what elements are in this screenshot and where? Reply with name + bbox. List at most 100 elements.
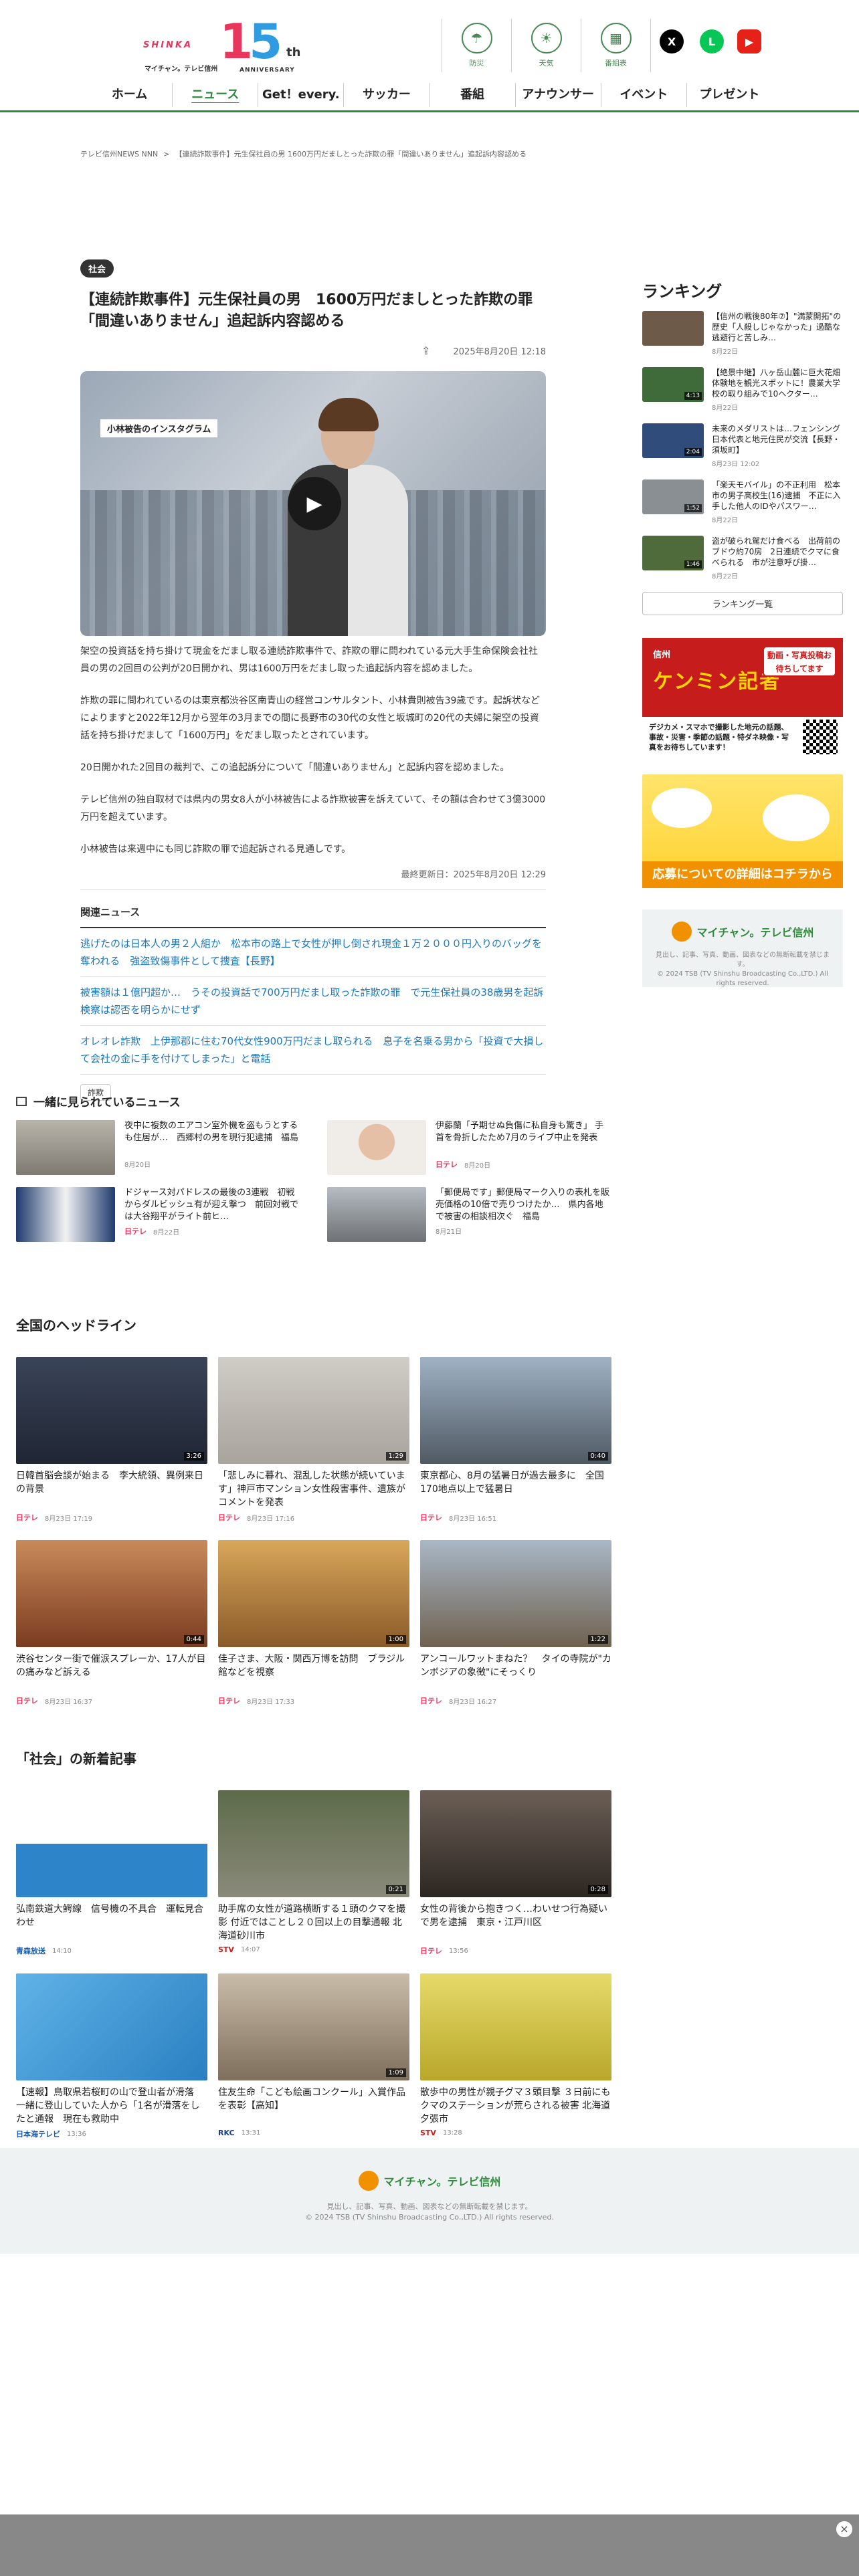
ranking-heading: ランキング xyxy=(642,282,723,301)
news-card[interactable]: 【速報】鳥取県若桜町の山で登山者が滑落 一緒に登山していた人から「1名が滑落をし… xyxy=(16,1973,207,2139)
nav-news[interactable]: ニュース xyxy=(172,83,258,107)
source-logo: STV xyxy=(420,2129,436,2137)
nav-programs[interactable]: 番組 xyxy=(429,83,515,107)
nav-events[interactable]: イベント xyxy=(600,83,686,107)
list-item[interactable]: 夜中に複数のエアコン室外機を盗もうとするも住居が… 西郷村の男を現行犯逮捕 福島… xyxy=(16,1120,300,1175)
footer-brand-logo[interactable]: マイチャン。テレビ信州 xyxy=(358,2171,500,2191)
list-icon xyxy=(16,1096,27,1106)
news-card[interactable]: 1:09 住友生命「こども絵画コンクール」入賞作品を表彰【高知】 RKC 13:3… xyxy=(218,1973,409,2139)
article-paragraph: 架空の投資話を持ち掛けて現金をだまし取る連続詐欺事件で、詐欺の罪に問われている元… xyxy=(80,646,539,674)
news-date: 13:36 xyxy=(67,2130,86,2138)
ranking-item[interactable]: 1:52 「楽天モバイル」の不正利用 松本市の男子高校生(16)逮捕 不正に入手… xyxy=(642,479,843,528)
nav-home[interactable]: ホーム xyxy=(87,83,172,107)
breadcrumb-separator: > xyxy=(163,150,170,158)
article-title: 【連続詐欺事件】元生保社員の男 1600万円だましとった詐欺の罪「間違いありませ… xyxy=(80,292,533,330)
weather-link[interactable]: ☀ 天気 xyxy=(512,19,581,72)
source-logo: 青森放送 xyxy=(16,1947,45,1955)
news-thumbnail xyxy=(327,1120,426,1175)
ranking-title: 「楽天モバイル」の不正利用 松本市の男子高校生(16)逮捕 不正に入手した他人の… xyxy=(712,480,841,511)
x-icon[interactable]: X xyxy=(660,29,684,53)
news-thumbnail xyxy=(420,1973,611,2080)
ranking-item[interactable]: 4:13 【絶景中継】八ヶ岳山麓に巨大花畑 体験地を観光スポットに！農業大学校の… xyxy=(642,367,843,415)
copyright: 見出し、記事、写真、動画、図表などの無断転載を禁じます。 © 2024 TSB (… xyxy=(656,952,830,987)
news-card[interactable]: 0:21 助手席の女性が道路横断する１頭のクマを撮影 付近ではことし２０回以上の… xyxy=(218,1790,409,1956)
apply-details-banner[interactable]: 応募についての詳細はコチラから xyxy=(642,774,843,888)
source-logo: 日テレ xyxy=(436,1160,458,1169)
news-card[interactable]: 3:26 日韓首脳会談が始まる 李大統領、異例来日の背景 日テレ 8月23日 17… xyxy=(16,1357,207,1523)
kenmin-kisha-banner[interactable]: 信州 ケンミン記者 動画・写真投稿お待ちしてます デジカメ・スマホで撮影した地元… xyxy=(642,638,843,758)
video-duration: 1:29 xyxy=(385,1452,406,1461)
nav-soccer[interactable]: サッカー xyxy=(343,83,429,107)
news-date: 14:10 xyxy=(52,1947,72,1955)
close-icon[interactable]: × xyxy=(836,2521,852,2537)
video-duration: 1:52 xyxy=(684,504,702,512)
tv-schedule-link[interactable]: ▦ 番組表 xyxy=(581,19,651,72)
play-icon[interactable]: ▶ xyxy=(288,477,341,530)
news-card[interactable]: 1:29 「悲しみに暮れ、混乱した状態が続いています」神戸市マンション女性殺害事… xyxy=(218,1357,409,1523)
ranking-thumbnail: 1:46 xyxy=(642,536,704,570)
brand-logo[interactable]: マイチャン。テレビ信州 xyxy=(671,922,814,942)
news-date: 8月20日 xyxy=(464,1162,491,1170)
ranking-date: 8月22日 xyxy=(712,517,739,524)
news-card[interactable]: 1:22 アンコールワットまねた？ タイの寺院が"カンボジアの象徴"にそっくり … xyxy=(420,1540,611,1706)
line-icon[interactable]: L xyxy=(700,29,724,53)
list-item[interactable]: 「郵便局です」郵便局マーク入りの表札を販売価格の10倍で売りつけたか… 県内各地… xyxy=(327,1187,611,1242)
news-title: 弘南鉄道大鰐線 信号機の不具合 運転見合わせ xyxy=(16,1904,203,1928)
source-logo: 日テレ xyxy=(16,1697,38,1705)
video-duration: 1:46 xyxy=(684,560,702,568)
disaster-label: 防災 xyxy=(469,59,484,68)
news-card[interactable]: 散歩中の男性が親子グマ３頭目撃 ３日前にもクマのステーションが荒らされる被害 北… xyxy=(420,1973,611,2139)
logo-anniversary: ANNIVERSARY xyxy=(240,67,295,74)
list-item[interactable]: ドジャース対パドレスの最後の3連戦 初戦からダルビッシュ有が迎え撃つ 前回対戦で… xyxy=(16,1187,300,1242)
video-duration: 4:13 xyxy=(684,392,702,400)
banner-callout: 動画・写真投稿お待ちしてます xyxy=(763,646,836,677)
news-title: 住友生命「こども絵画コンクール」入賞作品を表彰【高知】 xyxy=(218,2087,405,2111)
news-card[interactable]: 弘南鉄道大鰐線 信号機の不具合 運転見合わせ 青森放送 14:10 xyxy=(16,1790,207,1956)
source-logo: 日本海テレビ xyxy=(16,2130,60,2139)
news-title: 東京都心、8月の猛暑日が過去最多に 全国170地点以上で猛暑日 xyxy=(420,1471,604,1495)
news-title: 「悲しみに暮れ、混乱した状態が続いています」神戸市マンション女性殺害事件、遺族が… xyxy=(218,1471,405,1508)
related-link[interactable]: オレオレ詐欺 上伊那郡に住む70代女性900万円だまし取られる 息子を名乗る男か… xyxy=(80,1026,546,1075)
ranking-item[interactable]: 【信州の戦後80年⑦】"満蒙開拓"の歴史「人殺しじゃなかった」過酷な逃避行と苦し… xyxy=(642,311,843,359)
sticky-ad-bar: × xyxy=(0,2514,859,2576)
article-video[interactable]: 小林被告のインスタグラム ▶ xyxy=(80,371,546,636)
main-nav: ホーム ニュース Get！every. サッカー 番組 アナウンサー イベント … xyxy=(87,83,772,107)
related-link[interactable]: 逃げたのは日本人の男２人組か 松本市の路上で女性が押し倒され現金１万２０００円入… xyxy=(80,928,546,977)
ranking-date: 8月22日 xyxy=(712,405,739,412)
news-date: 13:28 xyxy=(442,2129,462,2137)
site-logo[interactable]: SHINKA 15 th マイチャン。テレビ信州 ANNIVERSARY xyxy=(139,15,308,74)
news-thumbnail: 1:00 xyxy=(218,1540,409,1647)
news-date: 14:07 xyxy=(240,1946,260,1953)
source-logo: 日テレ xyxy=(420,1947,442,1955)
ranking-list-button[interactable]: ランキング一覧 xyxy=(642,592,843,615)
news-card[interactable]: 0:40 東京都心、8月の猛暑日が過去最多に 全国170地点以上で猛暑日 日テレ… xyxy=(420,1357,611,1523)
list-item[interactable]: 伊藤蘭「予期せぬ負傷に私自身も驚き」 手首を骨折したため7月のライブ中止を発表日… xyxy=(327,1120,611,1175)
ranking-thumbnail xyxy=(642,311,704,346)
nav-announcers[interactable]: アナウンサー xyxy=(514,83,601,107)
video-duration: 2:04 xyxy=(684,448,702,456)
news-card[interactable]: 1:00 佳子さま、大阪・関西万博を訪問 ブラジル館などを視察 日テレ 8月23日… xyxy=(218,1540,409,1706)
ranking-item[interactable]: 1:46 盗が破られ駕だけ食べる 出荷前のブドウ約70房 2日連続でクマに食べら… xyxy=(642,536,843,584)
breadcrumb-home[interactable]: テレビ信州NEWS NNN xyxy=(80,150,158,158)
source-logo: 日テレ xyxy=(420,1513,442,1522)
related-link[interactable]: 被害額は１億円超か… うその投資話で700万円だまし取った詐欺の罪 で元生保社員… xyxy=(80,977,553,1026)
news-card[interactable]: 0:28 女性の背後から抱きつく…わいせつ行為疑いで男を逮捕 東京・江戸川区 日… xyxy=(420,1790,611,1956)
category-badge[interactable]: 社会 xyxy=(80,259,114,278)
ranking-date: 8月22日 xyxy=(712,348,739,356)
national-headlines-section: 全国のヘッドライン 3:26 日韓首脳会談が始まる 李大統領、異例来日の背景 日… xyxy=(16,1315,611,1706)
news-card[interactable]: 0:44 渋谷センター街で催涙スプレーか、17人が目の痛みなど訴える 日テレ 8月… xyxy=(16,1540,207,1706)
related-news: 関連ニュース 逃げたのは日本人の男２人組か 松本市の路上で女性が押し倒され現金１… xyxy=(80,905,553,1075)
share-icon[interactable]: ⇪ xyxy=(421,344,430,357)
youtube-icon[interactable]: ▶ xyxy=(737,29,761,53)
nav-presents[interactable]: プレゼント xyxy=(686,83,772,107)
brand-mark-icon xyxy=(671,922,692,942)
news-thumbnail: 0:40 xyxy=(420,1357,611,1464)
ranking-title: 【絶景中継】八ヶ岳山麓に巨大花畑 体験地を観光スポットに！農業大学校の取り組みで… xyxy=(712,368,843,399)
disaster-link[interactable]: ☂ 防災 xyxy=(442,19,512,72)
news-title: 【速報】鳥取県若桜町の山で登山者が滑落 一緒に登山していた人から「1名が滑落をし… xyxy=(16,2087,203,2125)
logo-shinka: SHINKA xyxy=(143,40,193,50)
ranking-item[interactable]: 2:04 未来のメダリストは…フェンシング日本代表と地元住民が交流【長野・須坂町… xyxy=(642,423,843,471)
nav-get-every[interactable]: Get！every. xyxy=(258,83,343,107)
logo-th: th xyxy=(286,45,301,60)
brand-mark-icon xyxy=(358,2171,379,2191)
